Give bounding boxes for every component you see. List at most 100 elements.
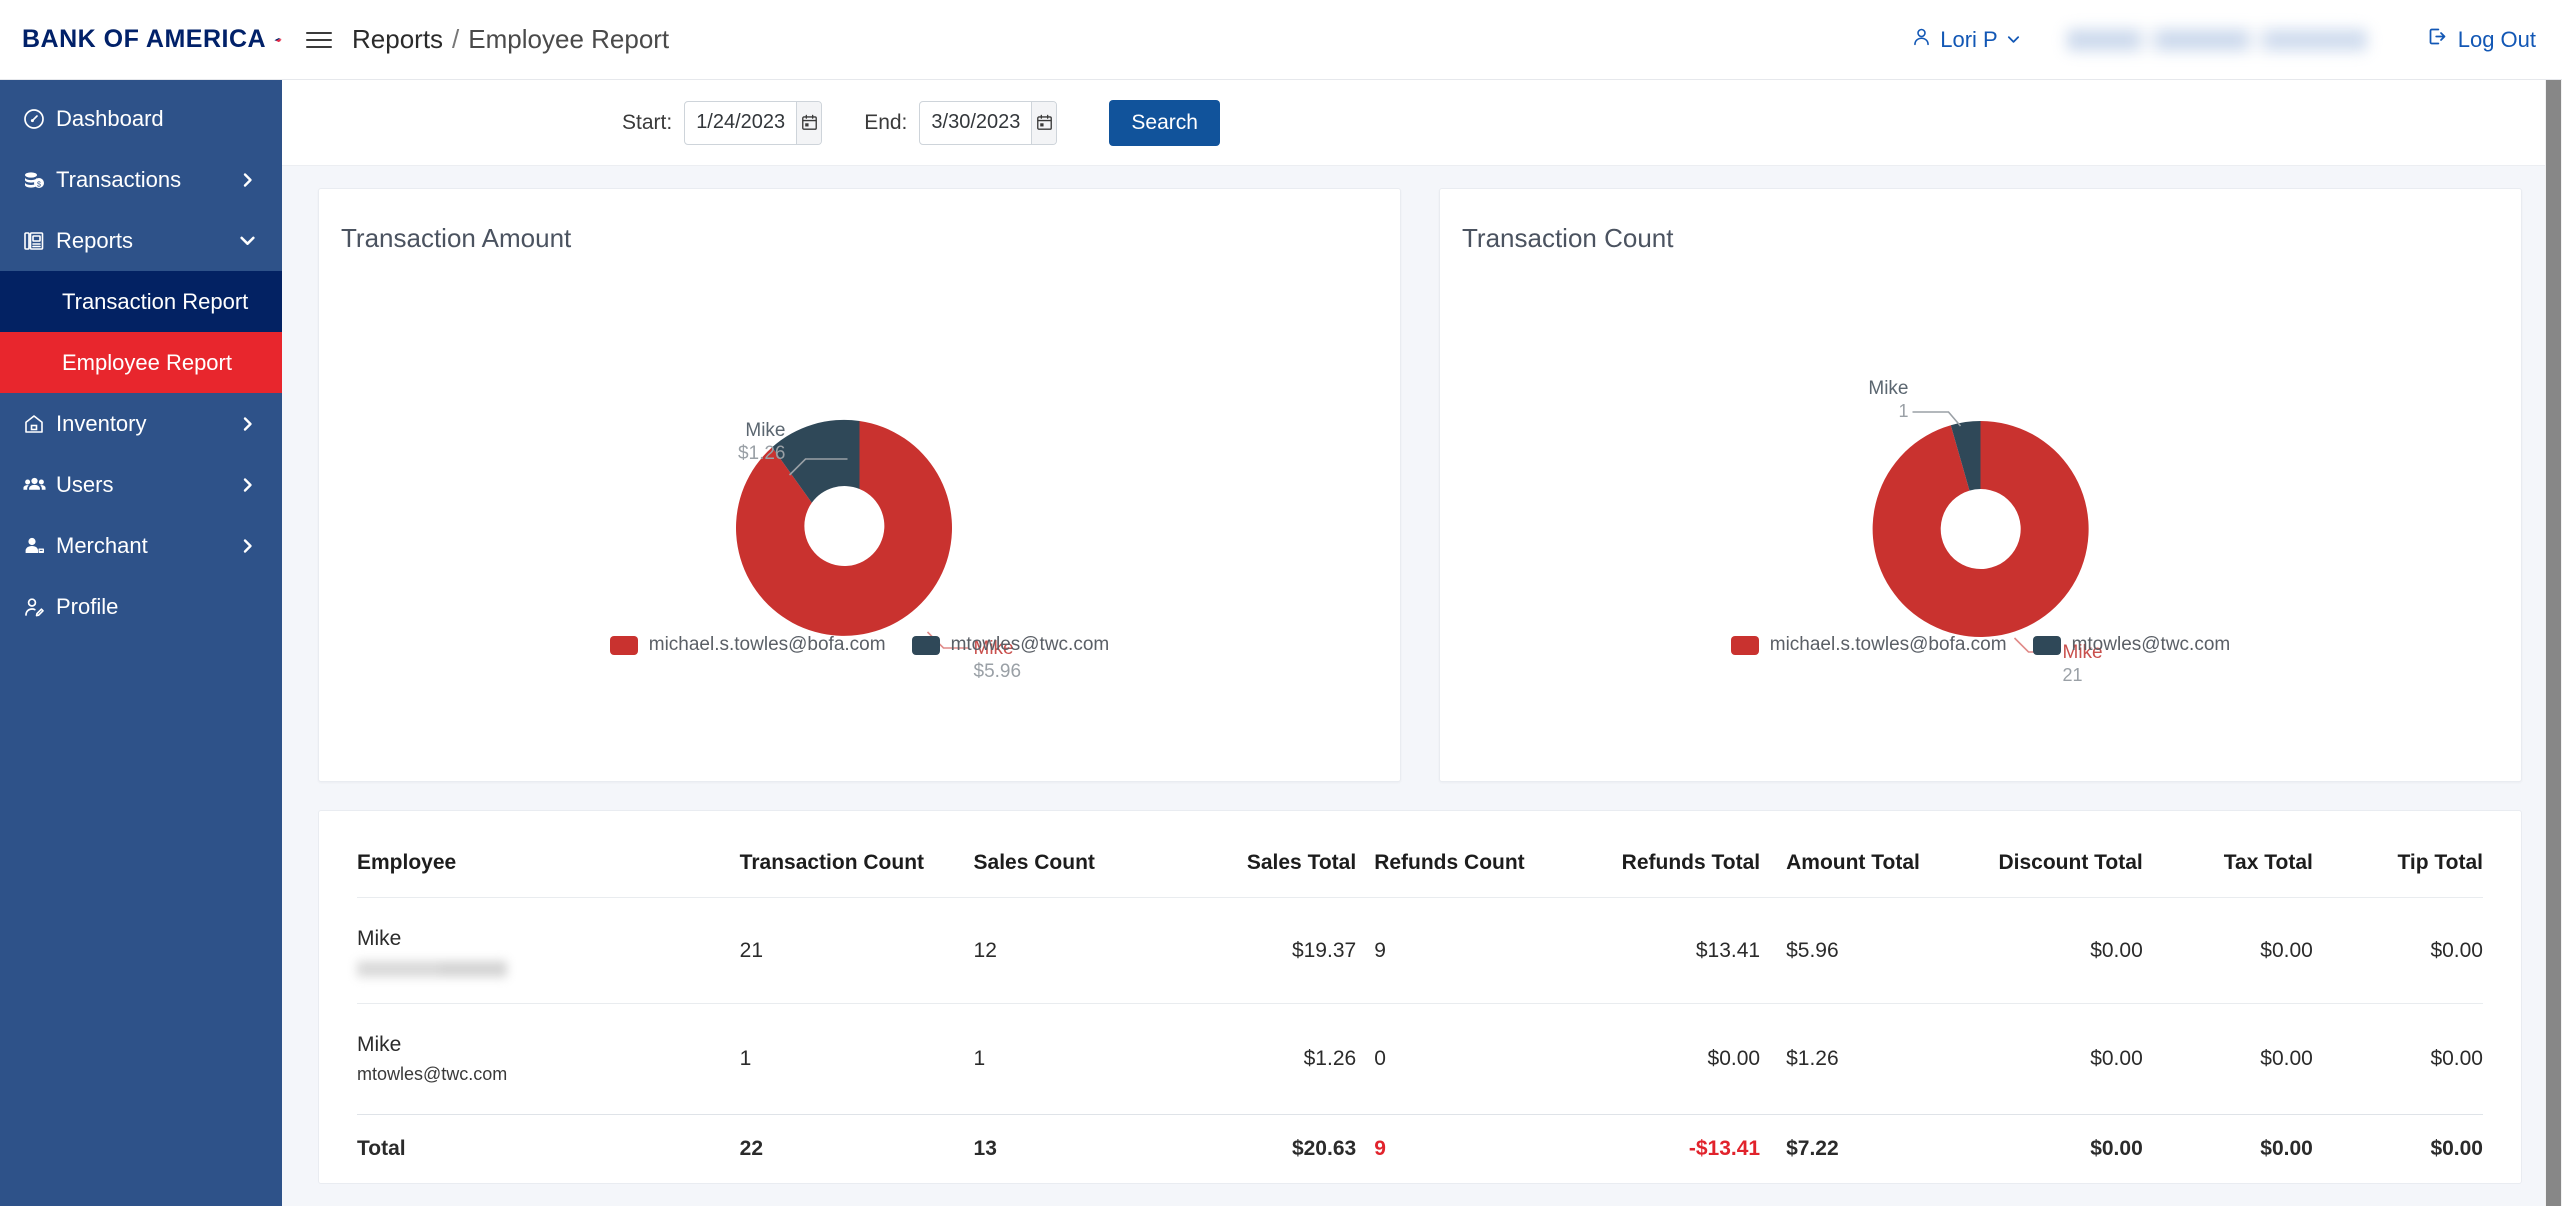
app-root: BANK OF AMERICA Dashboard $ Transactions… (0, 0, 2562, 1206)
chevron-right-icon (240, 477, 256, 493)
cell-amount-total: $5.96 (1760, 896, 1952, 1004)
legend-swatch-red (609, 635, 638, 655)
sidebar-item-users[interactable]: Users (0, 454, 282, 515)
users-icon (22, 472, 56, 497)
transactions-icon: $ (22, 168, 56, 192)
breadcrumb-parent[interactable]: Reports (352, 24, 443, 55)
legend-item-red[interactable]: michael.s.towles@bofa.com (609, 634, 886, 656)
search-button[interactable]: Search (1109, 99, 1220, 146)
sidebar-item-dashboard[interactable]: Dashboard (0, 88, 282, 149)
legend-item-dark[interactable]: mtowles@twc.com (911, 634, 1109, 656)
sidebar-item-label: Users (56, 471, 114, 497)
end-date-field[interactable]: 3/30/2023 (919, 100, 1058, 145)
chevron-right-icon (240, 538, 256, 554)
col-amount-total[interactable]: Amount Total (1760, 811, 1951, 898)
employee-name: Mike (357, 1033, 402, 1057)
total-label: Total (357, 1113, 740, 1183)
col-sales-total[interactable]: Sales Total (1165, 811, 1356, 898)
end-date-value[interactable]: 3/30/2023 (920, 111, 1031, 134)
chevron-down-icon (2006, 27, 2021, 53)
total-tax-total: $0.00 (2142, 1113, 2313, 1183)
scrollbar-thumb[interactable] (2546, 80, 2561, 1206)
bofa-flag-logo-icon (274, 37, 282, 42)
calendar-icon[interactable] (1031, 101, 1057, 144)
total-sales-count: 13 (973, 1113, 1165, 1183)
chevron-down-icon (239, 232, 256, 249)
sidebar-item-label: Merchant (56, 532, 148, 558)
breadcrumb: Reports / Employee Report (352, 24, 669, 55)
col-discount-total[interactable]: Discount Total (1951, 811, 2142, 898)
legend-label: michael.s.towles@bofa.com (1769, 634, 2007, 655)
hamburger-menu-icon[interactable] (306, 31, 332, 48)
col-transaction-count[interactable]: Transaction Count (740, 811, 974, 898)
sidebar-item-transaction-report[interactable]: Transaction Report (0, 271, 282, 332)
chart-legend: michael.s.towles@bofa.com mtowles@twc.co… (319, 634, 1400, 656)
total-sales-total: $20.63 (1164, 1113, 1357, 1183)
cell-refunds-count: 0 (1356, 1003, 1548, 1115)
cell-sales-total: $19.37 (1164, 896, 1357, 1004)
total-transaction-count: 22 (739, 1113, 974, 1183)
donut-label-red-value: 21 (2063, 665, 2083, 684)
leader-line-dark (1912, 411, 1962, 427)
sidebar-subitem-label: Employee Report (62, 349, 232, 375)
breadcrumb-current: Employee Report (468, 24, 670, 54)
sidebar-item-merchant[interactable]: Merchant (0, 515, 282, 576)
cell-sales-count: 12 (973, 896, 1165, 1004)
sidebar-item-transactions[interactable]: $ Transactions (0, 149, 282, 210)
cell-transaction-count: 1 (739, 1003, 974, 1115)
start-date-value[interactable]: 1/24/2023 (685, 111, 796, 134)
content-area: Transaction Amount Mike $1.26 Mike $5.96… (282, 166, 2562, 1206)
table-body: Mike 21 12 $19.37 9 $13.41 $5.96 $0.00 $… (357, 896, 2483, 1183)
sidebar-item-label: Dashboard (56, 105, 164, 131)
table-row[interactable]: Mike mtowles@twc.com 1 1 $1.26 0 $0.00 $… (357, 1003, 2483, 1115)
user-name: Lori P (1940, 26, 1998, 52)
calendar-icon[interactable] (796, 101, 822, 144)
sidebar: BANK OF AMERICA Dashboard $ Transactions… (0, 0, 282, 1206)
sidebar-item-employee-report[interactable]: Employee Report (0, 332, 282, 393)
logout-button[interactable]: Log Out (2427, 26, 2536, 53)
table-row[interactable]: Mike 21 12 $19.37 9 $13.41 $5.96 $0.00 $… (357, 896, 2483, 1004)
brand-logo[interactable]: BANK OF AMERICA (0, 0, 282, 80)
donut-chart-amount: Mike $1.26 Mike $5.96 (736, 419, 1021, 682)
col-sales-count[interactable]: Sales Count (974, 811, 1165, 898)
legend-item-red[interactable]: michael.s.towles@bofa.com (1730, 634, 2007, 656)
logout-label: Log Out (2457, 26, 2536, 52)
col-tax-total[interactable]: Tax Total (2143, 811, 2313, 898)
cell-sales-count: 1 (973, 1003, 1165, 1115)
cell-tax-total: $0.00 (2142, 1003, 2313, 1115)
user-menu[interactable]: Lori P (1911, 26, 2020, 53)
brand-name: BANK OF AMERICA (22, 25, 267, 53)
legend-label: michael.s.towles@bofa.com (648, 634, 886, 655)
sidebar-item-reports[interactable]: Reports (0, 210, 282, 271)
col-refunds-total[interactable]: Refunds Total (1548, 811, 1760, 898)
cell-employee: Mike (357, 896, 740, 1004)
cell-amount-total: $1.26 (1760, 1003, 1952, 1115)
col-employee[interactable]: Employee (357, 811, 740, 898)
page-scrollbar[interactable] (2545, 80, 2562, 1206)
cell-tip-total: $0.00 (2312, 1003, 2483, 1115)
top-bar-right: Lori P Log Out (1911, 26, 2536, 53)
charts-row: Transaction Amount Mike $1.26 Mike $5.96… (318, 188, 2522, 782)
sidebar-item-inventory[interactable]: Inventory (0, 393, 282, 454)
donut-label-dark-name: Mike (745, 420, 785, 441)
donut-label-dark-value: $1.26 (738, 443, 786, 464)
sidebar-subitem-label: Transaction Report (62, 288, 249, 314)
cell-tip-total: $0.00 (2312, 896, 2483, 1004)
sidebar-item-profile[interactable]: Profile (0, 576, 282, 637)
legend-label: mtowles@twc.com (2071, 634, 2231, 655)
start-date-label: Start: (622, 110, 673, 134)
end-date-label: End: (864, 110, 908, 134)
chevron-right-icon (240, 172, 256, 188)
start-date-field[interactable]: 1/24/2023 (684, 100, 823, 145)
donut-slice-red[interactable] (1872, 420, 2089, 637)
total-refunds-total: -$13.41 (1547, 1113, 1761, 1183)
col-refunds-count[interactable]: Refunds Count (1356, 811, 1547, 898)
sidebar-item-label: Profile (56, 593, 119, 619)
transaction-count-donut: Mike 1 Mike 21 michael.s.towles@bofa.com (1440, 254, 2521, 685)
cell-discount-total: $0.00 (1951, 1003, 2143, 1115)
chevron-right-icon (240, 416, 256, 432)
col-tip-total[interactable]: Tip Total (2313, 811, 2483, 898)
employee-name: Mike (357, 927, 402, 950)
employee-table-card: Employee Transaction Count Sales Count S… (318, 810, 2522, 1184)
legend-item-dark[interactable]: mtowles@twc.com (2032, 634, 2231, 656)
